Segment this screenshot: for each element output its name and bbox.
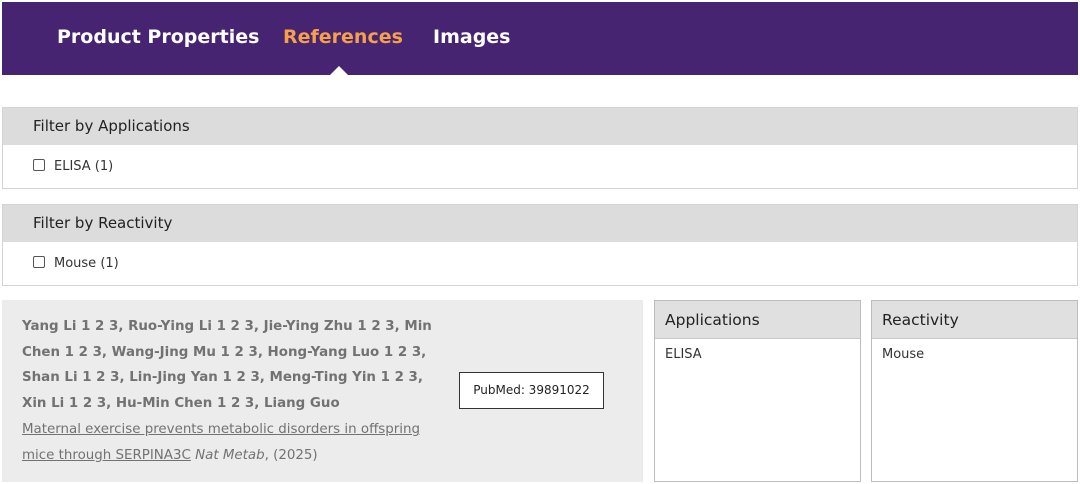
filter-reactivity-panel: Filter by Reactivity Mouse (1) bbox=[2, 204, 1078, 286]
reference-card: Yang Li 1 2 3, Ruo-Ying Li 1 2 3, Jie-Yi… bbox=[2, 300, 643, 482]
tab-images[interactable]: Images bbox=[433, 26, 510, 48]
reference-year: , (2025) bbox=[264, 447, 318, 463]
filter-applications-panel: Filter by Applications ELISA (1) bbox=[2, 107, 1078, 189]
filter-reactivity-title: Filter by Reactivity bbox=[3, 205, 1077, 242]
active-tab-pointer bbox=[328, 66, 350, 77]
filter-applications-title: Filter by Applications bbox=[3, 108, 1077, 145]
filter-applications-option-row: ELISA (1) bbox=[3, 145, 1077, 188]
reference-citation: Maternal exercise prevents metabolic dis… bbox=[22, 417, 432, 468]
pubmed-button[interactable]: PubMed: 39891022 bbox=[459, 372, 604, 409]
reference-applications-panel: Applications ELISA bbox=[654, 300, 861, 482]
tab-product-properties[interactable]: Product Properties bbox=[57, 26, 259, 48]
mouse-checkbox-label[interactable]: Mouse (1) bbox=[54, 256, 119, 271]
reference-reactivity-panel: Reactivity Mouse bbox=[871, 300, 1078, 482]
tab-references[interactable]: References bbox=[283, 26, 403, 48]
reference-journal: Nat Metab bbox=[195, 447, 265, 463]
mouse-checkbox[interactable] bbox=[33, 256, 45, 268]
elisa-checkbox[interactable] bbox=[33, 159, 45, 171]
filter-reactivity-option-row: Mouse (1) bbox=[3, 242, 1077, 285]
reference-authors: Yang Li 1 2 3, Ruo-Ying Li 1 2 3, Jie-Yi… bbox=[22, 319, 432, 412]
reactivity-value: Mouse bbox=[882, 347, 925, 362]
elisa-checkbox-label[interactable]: ELISA (1) bbox=[54, 159, 113, 174]
top-nav: Product Properties References Images bbox=[2, 2, 1078, 77]
reactivity-header: Reactivity bbox=[872, 301, 1077, 339]
applications-value: ELISA bbox=[665, 347, 702, 362]
applications-header: Applications bbox=[655, 301, 860, 339]
